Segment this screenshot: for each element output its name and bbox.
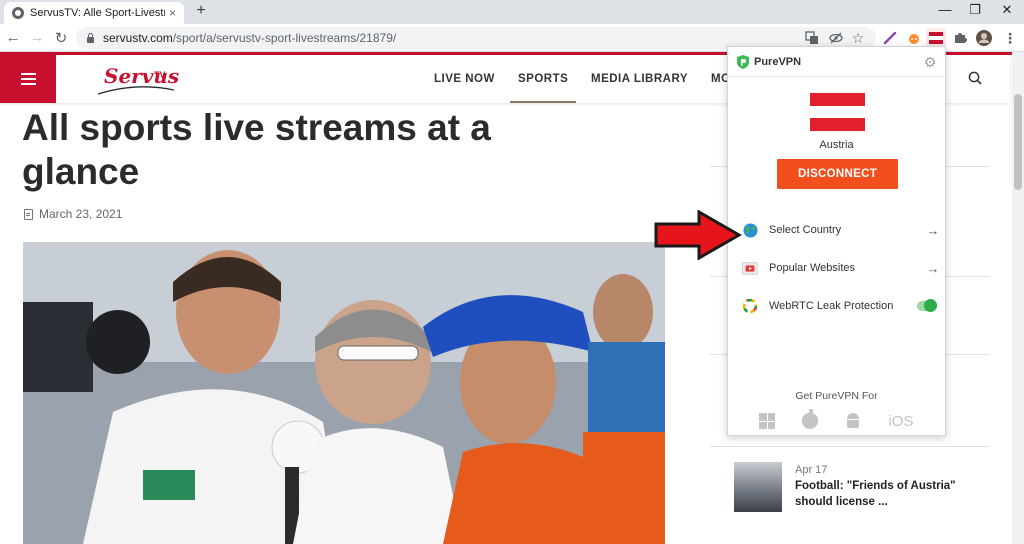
news-date: Apr 17	[795, 464, 828, 476]
chrome-menu-icon[interactable]: ⋮	[1000, 28, 1020, 48]
austria-flag-icon	[810, 93, 865, 132]
profile-avatar[interactable]	[974, 28, 994, 48]
connected-country: Austria	[819, 139, 854, 151]
sidebar-divider	[710, 446, 990, 447]
reddit-extension-icon[interactable]	[904, 28, 924, 48]
search-icon[interactable]	[968, 71, 982, 85]
back-button[interactable]: ←	[4, 29, 22, 46]
scrollbar-thumb[interactable]	[1014, 94, 1022, 190]
lock-icon	[86, 33, 95, 43]
webrtc-icon	[742, 298, 758, 314]
select-country-row[interactable]: Select Country →	[728, 213, 945, 247]
webrtc-label: WebRTC Leak Protection	[769, 300, 894, 312]
webrtc-leak-protection-row: WebRTC Leak Protection	[728, 289, 945, 323]
nav-media-library[interactable]: MEDIA LIBRARY	[591, 55, 688, 103]
date-text: March 23, 2021	[39, 207, 123, 221]
tab-close-icon[interactable]: ×	[169, 6, 176, 20]
eye-off-icon[interactable]	[826, 28, 846, 48]
apple-icon[interactable]	[802, 409, 819, 429]
select-country-label: Select Country	[769, 224, 842, 236]
purevpn-popup: PureVPN ⚙ Austria DISCONNECT Select Coun…	[727, 46, 946, 436]
logo-suffix: TV	[154, 70, 166, 80]
get-purevpn-label: Get PureVPN For	[795, 390, 878, 402]
url-path: /sport/a/servustv-sport-livestreams/2187…	[172, 31, 397, 45]
play-icon	[742, 260, 758, 276]
globe-icon	[742, 222, 758, 238]
settings-gear-icon[interactable]: ⚙	[923, 55, 937, 69]
nav-live-now[interactable]: LIVE NOW	[434, 55, 495, 103]
popular-websites-label: Popular Websites	[769, 262, 856, 274]
arrow-right-icon: →	[926, 260, 940, 276]
nav-sports[interactable]: SPORTS	[509, 55, 577, 103]
arrow-right-icon: →	[926, 222, 940, 238]
tab-strip: ServusTV: Alle Sport-Livestreams × + — ❐…	[0, 0, 1024, 24]
extensions-puzzle-icon[interactable]	[950, 28, 970, 48]
new-tab-button[interactable]: +	[192, 2, 210, 20]
article-headline: All sports live streams at a glance	[22, 107, 491, 192]
minimize-button[interactable]: —	[930, 2, 960, 17]
article-date: March 23, 2021	[24, 207, 122, 221]
document-icon	[24, 208, 33, 220]
reload-button[interactable]: ↻	[52, 29, 70, 47]
popup-header: PureVPN ⚙	[728, 47, 945, 77]
site-favicon-icon	[12, 7, 24, 19]
servustv-logo[interactable]: Servus TV	[96, 62, 179, 96]
translate-icon[interactable]	[802, 28, 822, 48]
news-thumbnail	[734, 462, 782, 512]
hamburger-menu-icon[interactable]	[0, 55, 56, 103]
popup-brand: PureVPN	[754, 55, 802, 68]
red-pointer-arrow-icon	[654, 210, 743, 260]
article-hero-image	[23, 242, 665, 544]
pen-extension-icon[interactable]	[880, 28, 900, 48]
page-scrollbar[interactable]	[1012, 52, 1024, 544]
window-close-button[interactable]: ✕	[992, 2, 1022, 18]
sidebar-news-item[interactable]: Apr 17 Football: "Friends of Austria" sh…	[734, 462, 994, 514]
url-host: servustv.com	[103, 31, 173, 45]
ios-icon[interactable]: iOS	[888, 413, 913, 430]
browser-tab[interactable]: ServusTV: Alle Sport-Livestreams ×	[4, 2, 184, 24]
forward-button[interactable]: →	[28, 29, 46, 46]
android-icon[interactable]	[845, 413, 861, 429]
restore-button[interactable]: ❐	[960, 2, 990, 18]
purevpn-logo-icon	[737, 54, 749, 69]
platform-icons: iOS	[728, 409, 945, 433]
disconnect-button[interactable]: DISCONNECT	[777, 159, 898, 189]
bookmark-star-icon[interactable]: ☆	[848, 28, 868, 48]
news-title: Football: "Friends of Austria" should li…	[795, 480, 956, 508]
popular-websites-row[interactable]: Popular Websites →	[728, 251, 945, 285]
webrtc-toggle[interactable]	[917, 299, 937, 312]
windows-icon[interactable]	[759, 413, 776, 429]
purevpn-extension-icon[interactable]	[926, 28, 946, 48]
tab-title: ServusTV: Alle Sport-Livestreams	[30, 7, 165, 19]
